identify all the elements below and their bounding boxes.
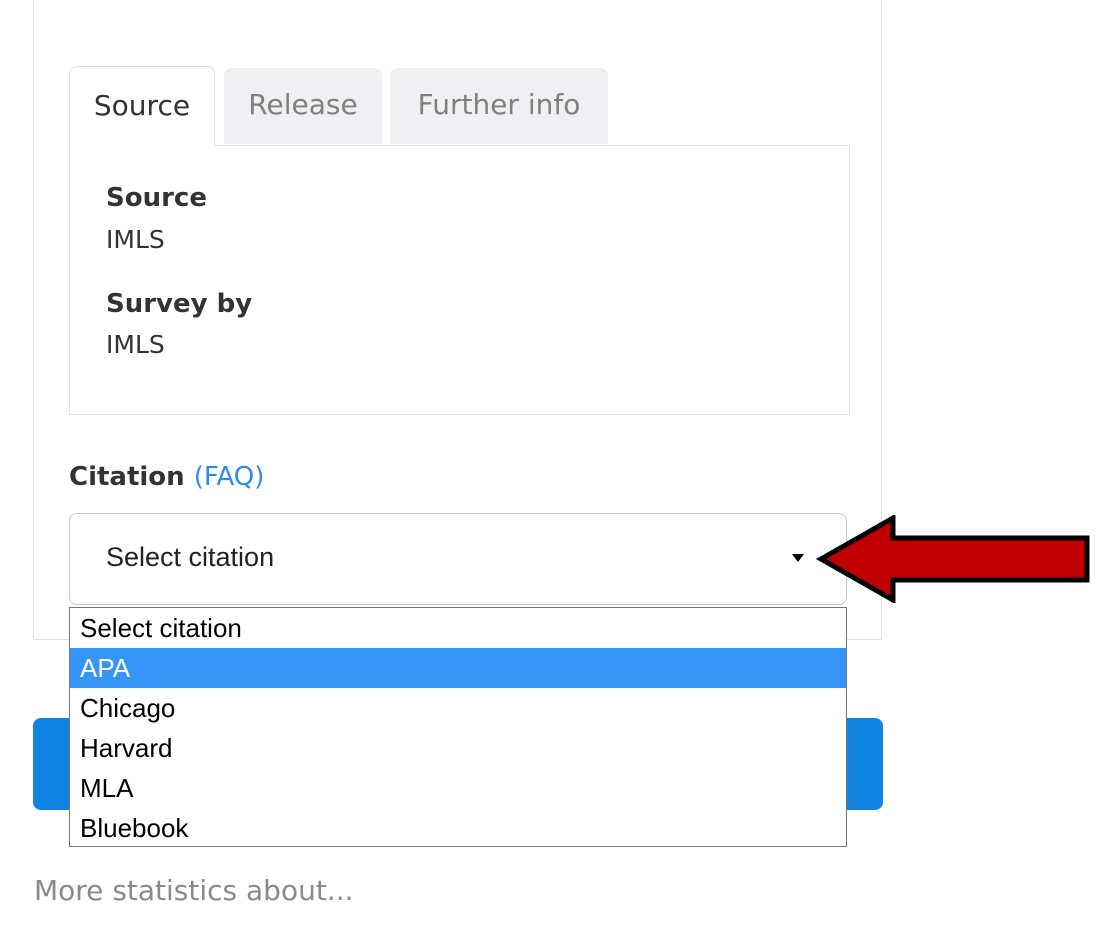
tab-further-info[interactable]: Further info — [390, 68, 608, 144]
citation-label: Citation — [69, 462, 185, 492]
option-chicago[interactable]: Chicago — [70, 688, 846, 728]
tab-source[interactable]: Source — [69, 66, 215, 146]
more-statistics-link[interactable]: More statistics about... — [34, 874, 354, 907]
tab-release[interactable]: Release — [224, 68, 382, 144]
source-value: IMLS — [106, 225, 165, 254]
citation-heading: Citation (FAQ) — [69, 462, 264, 492]
survey-by-value: IMLS — [106, 330, 165, 359]
citation-select[interactable]: Select citation — [69, 513, 847, 605]
option-harvard[interactable]: Harvard — [70, 728, 846, 768]
survey-by-label: Survey by — [106, 289, 253, 319]
caret-down-icon — [792, 554, 804, 562]
citation-options-list[interactable]: Select citation APA Chicago Harvard MLA … — [69, 607, 847, 847]
option-select-citation[interactable]: Select citation — [70, 608, 846, 648]
option-bluebook[interactable]: Bluebook — [70, 808, 846, 848]
citation-select-value: Select citation — [106, 542, 275, 572]
option-mla[interactable]: MLA — [70, 768, 846, 808]
red-arrow-icon — [815, 515, 1090, 603]
option-apa[interactable]: APA — [70, 648, 846, 688]
source-label: Source — [106, 183, 207, 213]
faq-link[interactable]: (FAQ) — [194, 462, 265, 492]
